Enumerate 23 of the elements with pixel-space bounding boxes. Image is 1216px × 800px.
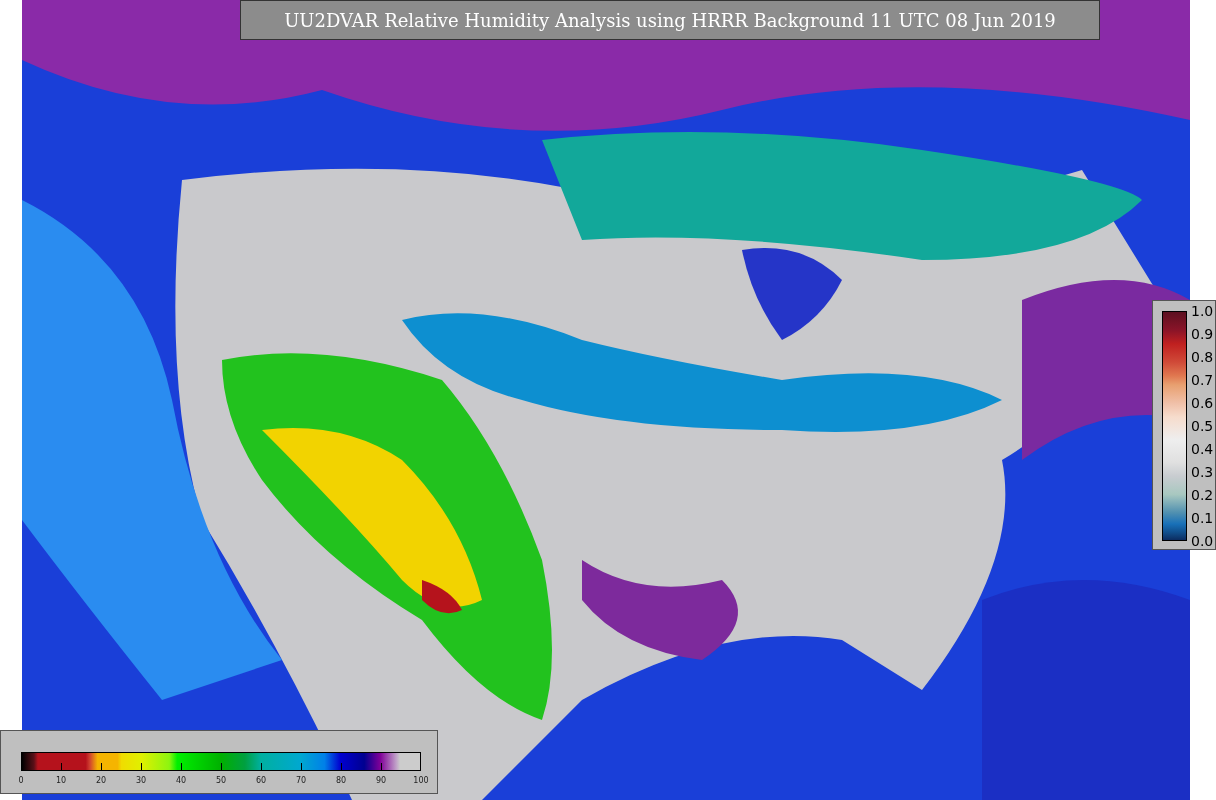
tick-label: 0.2: [1191, 487, 1214, 503]
tick-label: 0.4: [1191, 441, 1214, 457]
tick-label: 0.0: [1191, 533, 1214, 549]
map-title: UU2DVAR Relative Humidity Analysis using HRRR Background 11 UTC 08 Jun 2019: [240, 0, 1100, 40]
tick-label: 0.9: [1191, 326, 1214, 342]
tick-label: 90: [375, 776, 387, 785]
tick-label: 0.3: [1191, 464, 1214, 480]
tick-label: 0.5: [1191, 418, 1214, 434]
tick-label: 100: [413, 776, 429, 785]
tick-label: 80: [335, 776, 347, 785]
tick-label: 40: [175, 776, 187, 785]
tick-label: 0.1: [1191, 510, 1214, 526]
tick-label: 0: [18, 776, 24, 785]
tick-label: 0.6: [1191, 395, 1214, 411]
tick-label: 70: [295, 776, 307, 785]
tick-label: 10: [55, 776, 67, 785]
tick-label: 0.8: [1191, 349, 1214, 365]
tick-label: 20: [95, 776, 107, 785]
tick-label: 50: [215, 776, 227, 785]
tick-label: 1.0: [1191, 303, 1214, 319]
tick-label: 0.7: [1191, 372, 1214, 388]
tick-label: 30: [135, 776, 147, 785]
tick-label: 60: [255, 776, 267, 785]
